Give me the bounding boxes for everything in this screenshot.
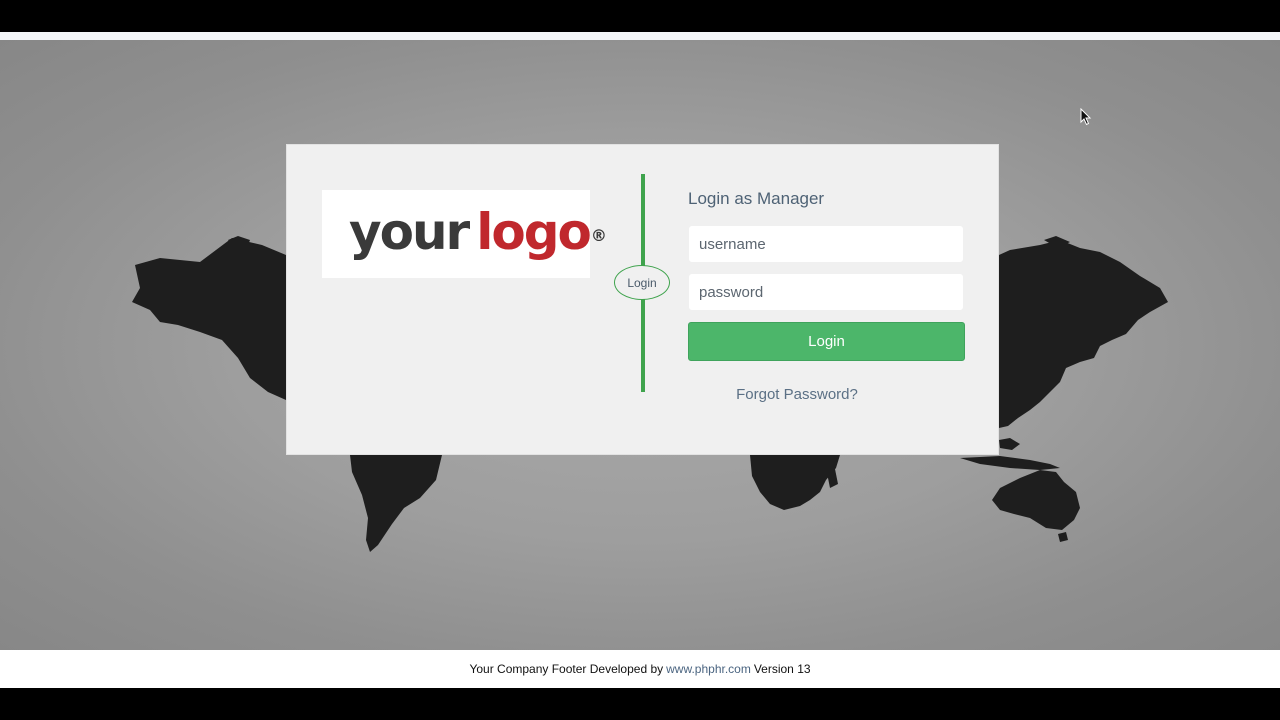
logo-wordmark: your logo® (349, 202, 607, 262)
bottom-black-bar (0, 688, 1280, 720)
mouse-cursor-icon (1080, 108, 1092, 126)
password-input[interactable] (688, 273, 964, 311)
footer-prefix: Your Company Footer Developed by (469, 662, 664, 676)
username-input[interactable] (688, 225, 964, 263)
login-card: yourlogo® Login Login as Manager Login F… (286, 144, 999, 455)
page-footer: Your Company Footer Developed by www.php… (0, 650, 1280, 688)
forgot-password-link[interactable]: Forgot Password? (688, 386, 906, 403)
top-strip (0, 32, 1280, 40)
footer-link[interactable]: www.phphr.com (666, 662, 751, 676)
footer-version: Version 13 (753, 662, 811, 676)
company-logo: your logo® (322, 190, 607, 278)
login-button[interactable]: Login (688, 322, 965, 361)
login-page-background: yourlogo® Login Login as Manager Login F… (0, 40, 1280, 650)
top-black-bar (0, 0, 1280, 32)
form-title: Login as Manager (688, 189, 825, 208)
logo-word-your: your (349, 203, 470, 261)
logo-registered-mark: ® (590, 226, 607, 245)
logo-word-logo: logo (476, 203, 592, 261)
divider-login-badge: Login (614, 265, 670, 300)
